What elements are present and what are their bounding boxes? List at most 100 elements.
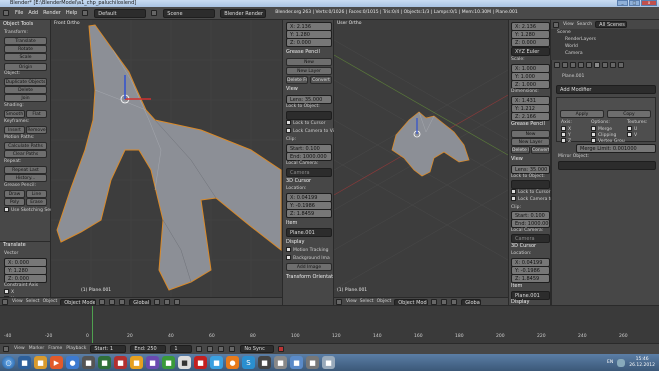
- menu-playback[interactable]: Playback: [66, 346, 86, 352]
- history-button[interactable]: History...: [4, 174, 47, 182]
- skype-icon[interactable]: S: [242, 356, 255, 369]
- app-icon[interactable]: ■: [98, 356, 111, 369]
- scale-button[interactable]: Scale: [4, 53, 47, 61]
- tray-icon[interactable]: [617, 358, 626, 367]
- data-tab-icon[interactable]: [602, 62, 608, 68]
- modifiers-tab-icon[interactable]: [594, 62, 600, 68]
- app-icon[interactable]: ■: [114, 356, 127, 369]
- new-button[interactable]: New: [286, 58, 332, 66]
- origin-button[interactable]: Origin: [4, 63, 47, 71]
- media-icon[interactable]: ▶: [50, 356, 63, 369]
- lock-camera-checkbox[interactable]: Lock Camera to Vi: [286, 128, 334, 135]
- delete-frame-button[interactable]: Delete Frame: [286, 76, 308, 84]
- scene-tab-icon[interactable]: [562, 62, 568, 68]
- remove-key-button[interactable]: Remove: [26, 126, 47, 134]
- material-tab-icon[interactable]: [610, 62, 616, 68]
- app-icon[interactable]: ■: [146, 356, 159, 369]
- world-tab-icon[interactable]: [570, 62, 576, 68]
- menu-file[interactable]: File: [15, 10, 23, 16]
- cursor3d-header[interactable]: 3D Cursor: [286, 178, 311, 185]
- app-icon[interactable]: ■: [82, 356, 95, 369]
- item-header[interactable]: Item: [286, 220, 297, 227]
- object-tab-icon[interactable]: [578, 62, 584, 68]
- axis-z-checkbox[interactable]: Z: [561, 138, 571, 145]
- scale-z-field[interactable]: Z: 1.000: [511, 80, 550, 89]
- join-button[interactable]: Join: [4, 94, 47, 102]
- lock-cursor-checkbox[interactable]: Lock to Cursor: [511, 189, 550, 196]
- vector-z-field[interactable]: Z: 0.000: [4, 274, 47, 283]
- viewport-front-canvas[interactable]: [51, 20, 282, 298]
- blender-icon[interactable]: ●: [226, 356, 239, 369]
- object-tools-header[interactable]: Object Tools: [3, 21, 33, 28]
- minimize-button[interactable]: _: [617, 0, 628, 6]
- app-icon[interactable]: ■: [322, 356, 335, 369]
- add-modifier-select[interactable]: Add Modifier: [556, 85, 656, 94]
- cursor-z-field[interactable]: Z: 1.8459: [511, 274, 550, 283]
- rotate-button[interactable]: Rotate: [4, 45, 47, 53]
- outliner-scene[interactable]: Scene: [557, 30, 571, 36]
- jump-start-icon[interactable]: [196, 346, 203, 352]
- item-header[interactable]: Item: [511, 283, 522, 290]
- language-indicator[interactable]: EN: [607, 360, 613, 366]
- calculate-paths-button[interactable]: Calculate Paths: [4, 142, 47, 150]
- viewport-user[interactable]: User Ortho (1) Plane.001: [334, 20, 508, 298]
- erase-button[interactable]: Erase: [26, 198, 47, 206]
- play-reverse-icon[interactable]: [207, 346, 214, 352]
- translate-panel-header[interactable]: Translate: [3, 242, 26, 249]
- repeat-last-button[interactable]: Repeat Last: [4, 166, 47, 174]
- outliner-world[interactable]: World: [565, 44, 578, 50]
- editor-type-icon[interactable]: [3, 346, 9, 352]
- menu-view[interactable]: View: [14, 346, 25, 352]
- location-z-field[interactable]: Z: 0.000: [511, 38, 550, 47]
- editor-type-icon[interactable]: [553, 21, 559, 28]
- current-frame-field[interactable]: 1: [170, 345, 193, 353]
- menu-help[interactable]: Help: [66, 10, 77, 16]
- view-panel-header[interactable]: View: [511, 156, 523, 163]
- display-mode-select[interactable]: All Scenes: [595, 21, 628, 28]
- start-button-icon[interactable]: ○: [2, 356, 15, 369]
- new-layer-button[interactable]: New Layer: [511, 138, 550, 146]
- sync-select[interactable]: No Sync: [240, 345, 275, 353]
- convert-button[interactable]: Convert: [310, 76, 332, 84]
- convert-button[interactable]: Convert: [531, 146, 550, 154]
- grease-pencil-header[interactable]: Grease Pencil: [286, 49, 320, 56]
- texture-tab-icon[interactable]: [618, 62, 624, 68]
- maximize-button[interactable]: □: [629, 0, 640, 6]
- lens-field[interactable]: Lens: 35.000: [286, 95, 332, 104]
- merge-limit-field[interactable]: Merge Limit: 0.001000: [576, 144, 656, 153]
- location-z-field[interactable]: Z: 0.000: [286, 38, 332, 47]
- item-name-field[interactable]: Plane.001: [286, 228, 332, 237]
- grease-pencil-header[interactable]: Grease Pencil: [511, 121, 545, 128]
- close-button[interactable]: x: [641, 0, 657, 6]
- camera-field[interactable]: Camera: [511, 234, 550, 243]
- copy-button[interactable]: Copy: [607, 110, 651, 118]
- delete-frame-button[interactable]: Delete Fra: [511, 146, 530, 154]
- line-button[interactable]: Line: [26, 190, 47, 198]
- outliner-camera[interactable]: Camera: [565, 51, 583, 57]
- app-icon[interactable]: ■: [210, 356, 223, 369]
- mirror-object-field[interactable]: [558, 161, 656, 170]
- lock-object-field[interactable]: [286, 111, 332, 120]
- smooth-button[interactable]: Smooth: [4, 110, 25, 118]
- lens-field[interactable]: Lens: 35.000: [511, 165, 550, 174]
- dimension-z-field[interactable]: Z: 2.166: [511, 112, 550, 121]
- menu-view[interactable]: View: [563, 22, 574, 28]
- new-button[interactable]: New: [511, 130, 550, 138]
- add-image-button[interactable]: Add Image: [286, 263, 332, 271]
- app-icon[interactable]: ■: [130, 356, 143, 369]
- translate-button[interactable]: Translate: [4, 37, 47, 45]
- menu-marker[interactable]: Marker: [29, 346, 45, 352]
- viewport-front[interactable]: Front Ortho (1) Plane.001: [51, 20, 282, 298]
- end-frame-field[interactable]: End: 250: [130, 345, 167, 353]
- rotation-mode-select[interactable]: XYZ Euler: [511, 47, 550, 56]
- record-icon[interactable]: [278, 346, 285, 352]
- viewport-user-canvas[interactable]: [334, 20, 508, 298]
- constraint-x-checkbox[interactable]: X: [4, 289, 14, 296]
- render-tab-icon[interactable]: [554, 62, 560, 68]
- motion-tracking-checkbox[interactable]: Motion Tracking: [286, 247, 328, 254]
- background-images-checkbox[interactable]: Background Ima: [286, 255, 330, 262]
- folder-icon[interactable]: ■: [34, 356, 47, 369]
- play-icon[interactable]: [218, 346, 225, 352]
- explorer-icon[interactable]: ■: [18, 356, 31, 369]
- clear-paths-button[interactable]: Clear Paths: [4, 150, 47, 158]
